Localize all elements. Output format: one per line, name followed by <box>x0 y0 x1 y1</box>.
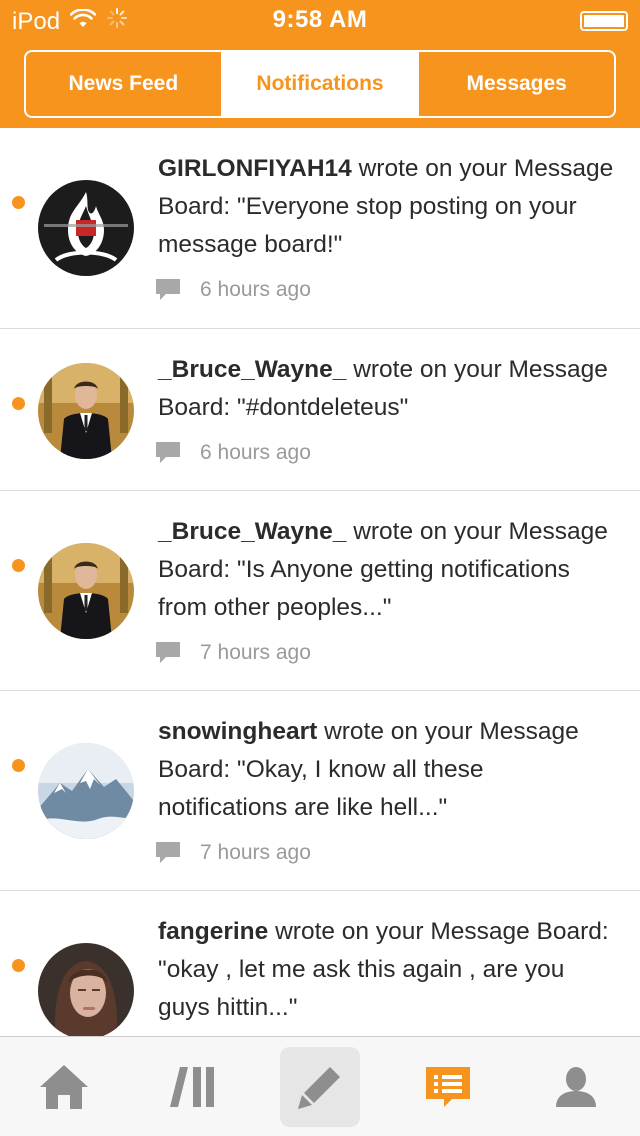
notification-meta: 6 hours ago <box>154 441 311 465</box>
list-item[interactable]: _Bruce_Wayne_ wrote on your Message Boar… <box>0 491 640 691</box>
notification-username: _Bruce_Wayne_ <box>158 356 347 383</box>
status-bar: iPod 9:58 AM <box>0 0 640 40</box>
unread-dot <box>12 397 25 410</box>
tab-notifications[interactable]: Notifications <box>222 52 420 116</box>
status-time: 9:58 AM <box>272 6 368 33</box>
list-item[interactable]: _Bruce_Wayne_ wrote on your Message Boar… <box>0 329 640 491</box>
avatar[interactable] <box>38 180 134 276</box>
woman-portrait-avatar <box>38 943 134 1036</box>
bottom-tab-bar <box>0 1036 640 1136</box>
unread-dot <box>12 959 25 972</box>
notification-time: 6 hours ago <box>200 278 311 301</box>
notifications-icon <box>426 1067 470 1107</box>
profile-icon <box>556 1067 596 1107</box>
header: iPod 9:58 AM News Feed Notifications Mes… <box>0 0 640 128</box>
comment-bubble-icon <box>154 278 182 302</box>
notification-list: GIRLONFIYAH14 wrote on your Message Boar… <box>0 128 640 1036</box>
avatar[interactable] <box>38 743 134 839</box>
notification-text: _Bruce_Wayne_ wrote on your Message Boar… <box>158 351 616 427</box>
comment-bubble-icon <box>154 441 182 465</box>
avatar[interactable] <box>38 363 134 459</box>
list-item[interactable]: fangerine wrote on your Message Board: "… <box>0 891 640 1036</box>
unread-dot <box>12 559 25 572</box>
fire-logo-avatar <box>38 180 134 276</box>
home-tab[interactable] <box>24 1047 104 1127</box>
feed-icon <box>170 1067 214 1107</box>
segmented-control: News Feed Notifications Messages <box>24 50 616 118</box>
notification-text: _Bruce_Wayne_ wrote on your Message Boar… <box>158 513 616 627</box>
snowy-mountain-avatar <box>38 743 134 839</box>
notification-username: fangerine <box>158 918 269 945</box>
notification-time: 6 hours ago <box>200 441 311 464</box>
notification-meta: 6 hours ago <box>154 278 311 302</box>
list-item[interactable]: snowingheart wrote on your Message Board… <box>0 691 640 891</box>
unread-dot <box>12 759 25 772</box>
notification-meta: 7 hours ago <box>154 841 311 865</box>
notification-meta: 7 hours ago <box>154 641 311 665</box>
notification-username: GIRLONFIYAH14 <box>158 155 352 182</box>
compose-icon <box>298 1067 340 1109</box>
notifications-tab[interactable] <box>408 1047 488 1127</box>
profile-tab[interactable] <box>536 1047 616 1127</box>
notification-text: fangerine wrote on your Message Board: "… <box>158 913 616 1027</box>
compose-tab[interactable] <box>280 1047 360 1127</box>
comment-bubble-icon <box>154 641 182 665</box>
tab-news-feed[interactable]: News Feed <box>26 52 223 116</box>
man-in-suit-avatar <box>38 543 134 639</box>
list-item[interactable]: GIRLONFIYAH14 wrote on your Message Boar… <box>0 128 640 329</box>
notification-text: snowingheart wrote on your Message Board… <box>158 713 616 827</box>
notification-username: _Bruce_Wayne_ <box>158 518 347 545</box>
tab-messages[interactable]: Messages <box>419 52 614 116</box>
home-icon <box>40 1065 88 1109</box>
notification-time: 7 hours ago <box>200 841 311 864</box>
feed-tab[interactable] <box>152 1047 232 1127</box>
avatar[interactable] <box>38 543 134 639</box>
comment-bubble-icon <box>154 841 182 865</box>
notification-text: GIRLONFIYAH14 wrote on your Message Boar… <box>158 150 616 264</box>
notification-time: 7 hours ago <box>200 641 311 664</box>
avatar[interactable] <box>38 943 134 1036</box>
battery-icon <box>580 11 628 31</box>
notification-username: snowingheart <box>158 718 318 745</box>
unread-dot <box>12 196 25 209</box>
man-in-suit-avatar <box>38 363 134 459</box>
